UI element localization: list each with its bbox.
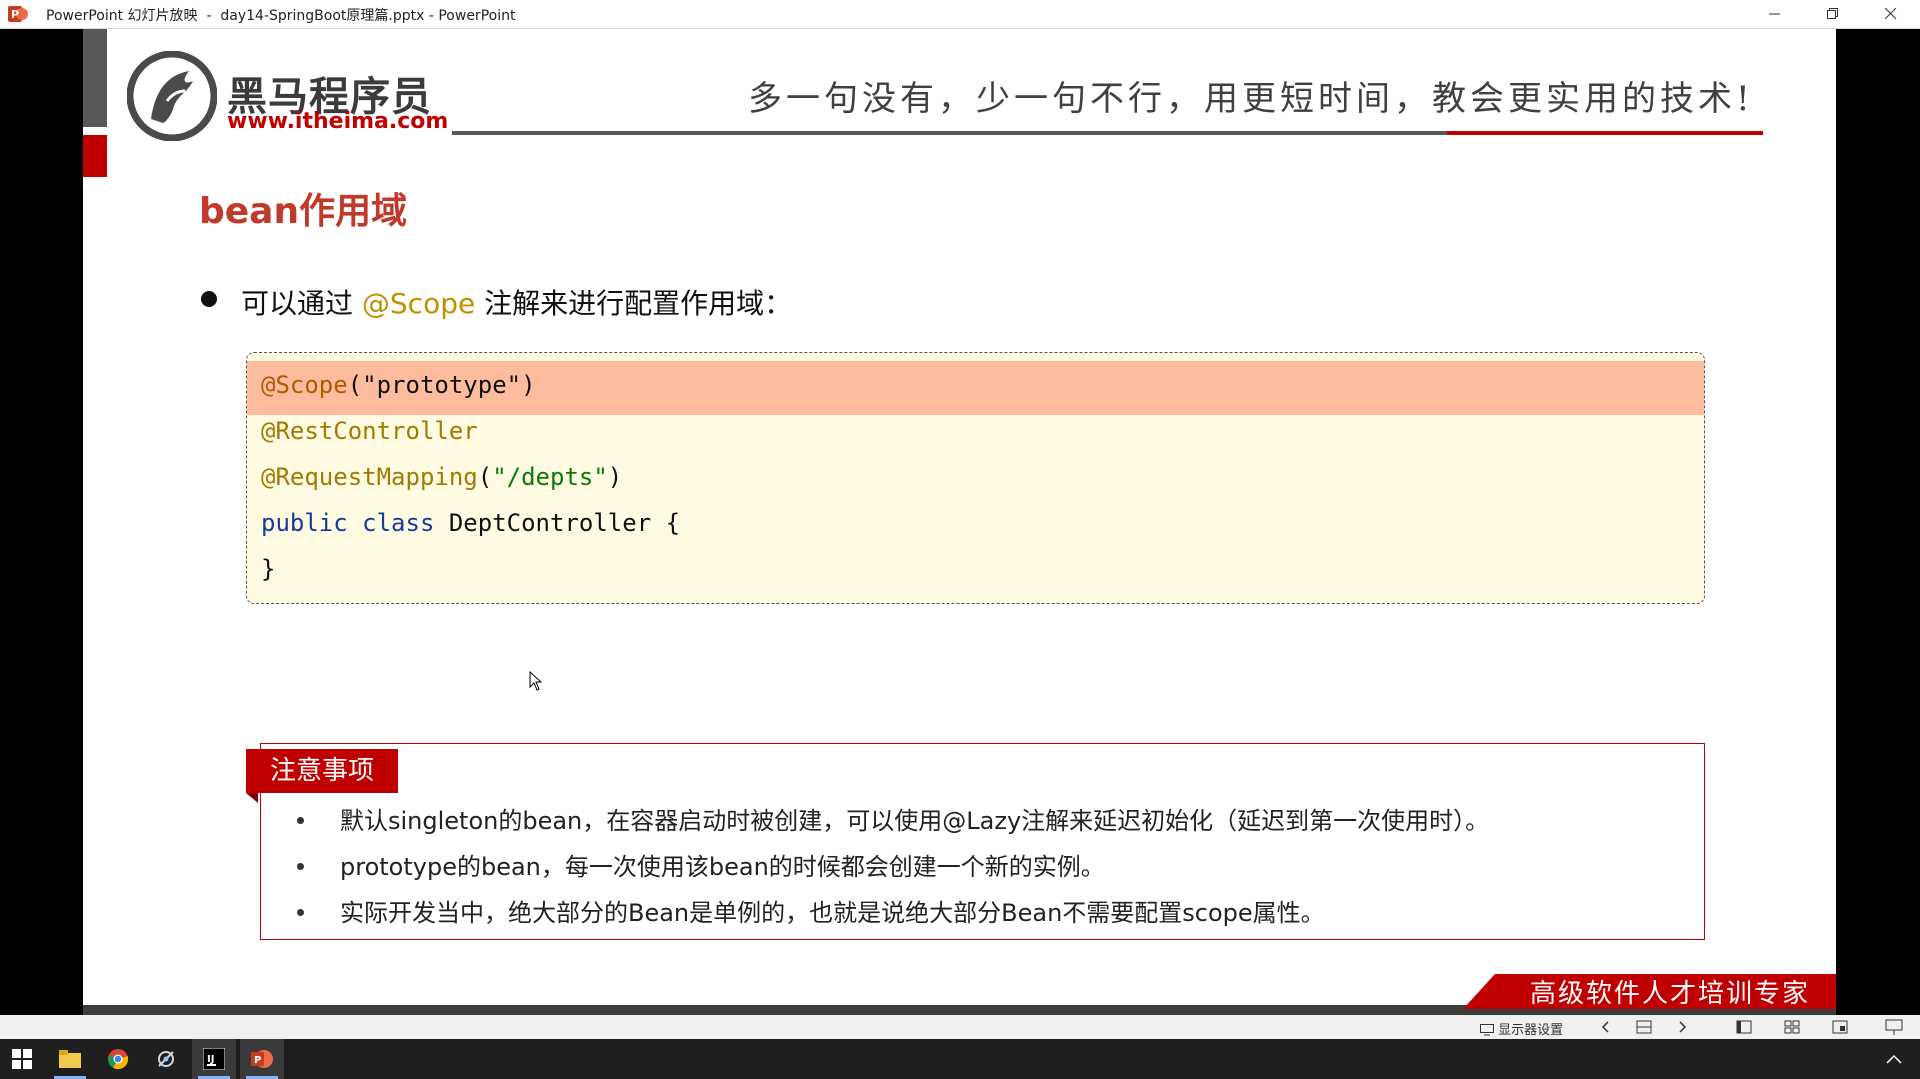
svg-text:P: P [254, 1055, 261, 1066]
left-gray-bar [83, 29, 107, 127]
note-item-1: 默认singleton的bean，在容器启动时被创建，可以使用@Lazy注解来延… [340, 807, 1490, 835]
code-line-4: public class DeptController { [261, 509, 680, 537]
horse-logo-icon [127, 51, 217, 141]
note-bullet [297, 817, 304, 824]
taskbar-app[interactable] [144, 1039, 188, 1079]
code-class-decl: DeptController { [434, 509, 681, 537]
restore-icon [1827, 8, 1838, 19]
code-keyword: public [261, 509, 348, 537]
note-bullet [297, 863, 304, 870]
grid-view-icon[interactable] [1782, 1017, 1802, 1037]
taskbar-powerpoint[interactable]: P [240, 1039, 284, 1079]
slide-sorter-icon[interactable] [1634, 1017, 1654, 1037]
app-icon [158, 1051, 174, 1067]
window-title: PowerPoint 幻灯片放映 - day14-SpringBoot原理篇.p… [46, 8, 516, 24]
close-icon [1885, 8, 1897, 20]
code-block: @Scope("prototype") @RestController @Req… [246, 352, 1705, 604]
code-paren: ) [607, 463, 623, 491]
monitor-icon [1480, 1024, 1494, 1036]
code-paren: ( [477, 463, 493, 491]
slide-title: bean作用域 [199, 191, 408, 232]
close-button[interactable] [1868, 0, 1914, 28]
code-line-3: @RequestMapping("/depts") [261, 463, 622, 491]
note-item-3: 实际开发当中，绝大部分的Bean是单例的，也就是说绝大部分Bean不需要配置sc… [340, 899, 1325, 927]
normal-view-icon[interactable] [1734, 1017, 1754, 1037]
minimize-icon [1769, 13, 1780, 15]
taskbar-file-explorer[interactable] [48, 1039, 92, 1079]
svg-text:P: P [11, 8, 19, 21]
code-annotation: @RequestMapping [261, 463, 478, 491]
file-explorer-icon [59, 1050, 81, 1068]
notes-tag-fold [246, 793, 258, 803]
scope-keyword: @Scope [361, 287, 476, 320]
powerpoint-app-icon[interactable]: P [8, 5, 28, 23]
code-keyword: class [362, 509, 435, 537]
code-paren: ) [521, 371, 536, 399]
logo-url: www.itheima.com [227, 109, 449, 134]
monitor-settings-label: 显示器设置 [1498, 1023, 1564, 1038]
slideshow-toolbar: 显示器设置 [0, 1015, 1920, 1039]
bullet-text: 可以通过 @Scope 注解来进行配置作用域： [241, 282, 792, 322]
previous-slide-icon[interactable] [1596, 1017, 1616, 1037]
intellij-icon: IJ [203, 1048, 225, 1070]
chrome-icon [107, 1049, 129, 1070]
minimize-button[interactable] [1752, 0, 1798, 28]
start-button[interactable] [0, 1039, 44, 1079]
reading-view-icon[interactable] [1830, 1017, 1850, 1037]
window-title-bar: P PowerPoint 幻灯片放映 - day14-SpringBoot原理篇… [0, 0, 1920, 29]
slide[interactable]: 黑马程序员 www.itheima.com 多一句没有，少一句不行，用更短时间，… [83, 29, 1836, 1015]
code-string: "prototype" [362, 371, 522, 399]
chevron-up-icon[interactable] [1886, 1054, 1902, 1064]
start-icon [12, 1049, 32, 1069]
bullet-text-before: 可以通过 [241, 287, 362, 320]
taskbar-chrome[interactable] [96, 1039, 140, 1079]
svg-text:IJ: IJ [207, 1054, 214, 1065]
mouse-cursor-icon [529, 671, 543, 691]
taskbar-intellij[interactable]: IJ [192, 1039, 236, 1079]
next-slide-icon[interactable] [1672, 1017, 1692, 1037]
code-string: "/depts" [492, 463, 608, 491]
notes-tag: 注意事项 [246, 749, 398, 793]
code-line-5: } [261, 555, 276, 583]
header-divider-accent [1447, 131, 1763, 135]
restore-button[interactable] [1810, 0, 1856, 28]
bullet-text-after: 注解来进行配置作用域： [475, 287, 793, 320]
code-line-1: @Scope("prototype") [261, 371, 536, 399]
bullet-dot [201, 291, 217, 307]
note-bullet [297, 909, 304, 916]
slideshow-view-icon[interactable] [1884, 1017, 1904, 1037]
powerpoint-icon: P [251, 1050, 273, 1068]
code-annotation: @RestController [261, 417, 478, 445]
slogan: 多一句没有，少一句不行，用更短时间，教会更实用的技术! [748, 79, 1754, 119]
code-line-2: @RestController [261, 417, 478, 445]
code-paren: ( [347, 371, 363, 399]
left-red-bar [83, 135, 107, 177]
corner-banner-text: 高级软件人才培训专家 [1530, 979, 1811, 1009]
code-annotation: @Scope [261, 371, 348, 399]
note-item-2: prototype的bean，每一次使用该bean的时候都会创建一个新的实例。 [340, 853, 1105, 881]
taskbar: IJ P [0, 1039, 1920, 1079]
monitor-settings-button[interactable]: 显示器设置 [1480, 1019, 1563, 1038]
